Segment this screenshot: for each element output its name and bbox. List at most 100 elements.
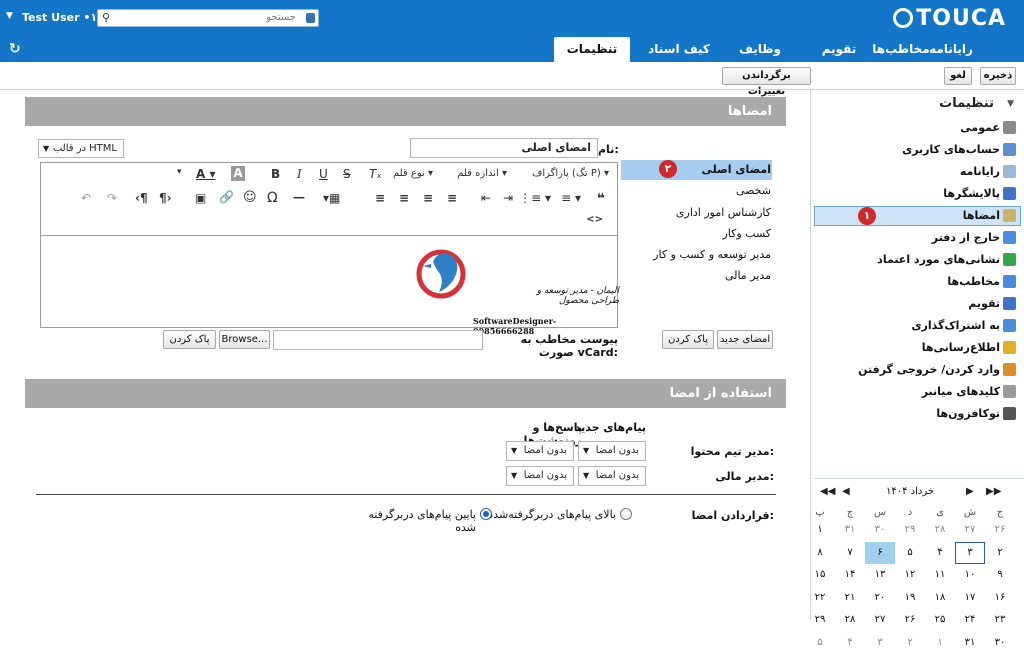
align-center-icon[interactable]: ≡	[399, 191, 409, 205]
prev-month-icon[interactable]: ◀	[842, 486, 850, 497]
calendar-day[interactable]: ۱۵	[805, 564, 835, 586]
link-icon[interactable]: 🔗	[219, 190, 234, 204]
calendar-day[interactable]: ۲	[895, 632, 925, 654]
calendar-day[interactable]: ۴	[925, 542, 955, 564]
calendar-day[interactable]: ۱	[805, 519, 835, 541]
calendar-day[interactable]: ۱۶	[985, 587, 1015, 609]
sidebar-item-signatures[interactable]: امضاها	[963, 206, 1000, 226]
revert-changes-button[interactable]: برگرداندن تغییرات	[722, 67, 811, 97]
signature-item[interactable]: مدیر توسعه و کسب و کار	[622, 245, 771, 265]
calendar-day[interactable]: ۲۸	[925, 519, 955, 541]
delete-signature-button[interactable]: پاک کردن	[662, 330, 714, 349]
signature-item[interactable]: کارشناس امور اداری	[622, 203, 771, 223]
clear-format-icon[interactable]: Tₓ	[369, 167, 382, 181]
highlight-color-icon[interactable]: A	[231, 166, 245, 181]
calendar-day[interactable]: ۳۰	[985, 632, 1015, 654]
calendar-day[interactable]: ۵	[895, 542, 925, 564]
calendar-day[interactable]: ۱۴	[835, 564, 865, 586]
table-icon[interactable]: ▾▦	[323, 191, 340, 205]
cancel-button[interactable]: لغو	[944, 67, 972, 85]
search-icon[interactable]: ⚲	[102, 11, 110, 24]
new-signature-button[interactable]: امضای جدید	[717, 330, 773, 349]
signature-item[interactable]: کسب وکار	[622, 224, 771, 244]
calendar-day[interactable]: ۲۸	[835, 609, 865, 631]
calendar-day[interactable]: ۷	[835, 542, 865, 564]
radio-below[interactable]	[480, 508, 492, 520]
refresh-icon[interactable]: ↻	[9, 41, 21, 57]
calendar-day[interactable]: ۹	[985, 564, 1015, 586]
vcard-file-field[interactable]	[273, 330, 483, 350]
blockquote-icon[interactable]: ❝	[597, 191, 605, 207]
browse-button[interactable]: Browse...	[219, 330, 270, 349]
sidebar-item-import-export[interactable]: وارد کردن/ خروجی گرفتن	[858, 360, 1000, 380]
paragraph-select[interactable]: پاراگراف (تگ P) ▾	[532, 168, 609, 179]
signature-item[interactable]: امضای اصلی	[622, 160, 771, 180]
signature-item[interactable]: مدیر مالی	[622, 266, 771, 286]
sidebar-item-sharing[interactable]: به اشتراک‌گذاری	[911, 316, 1000, 336]
tab-briefcase[interactable]: کیف اسناد	[644, 37, 714, 62]
image-icon[interactable]: ▣	[195, 191, 206, 205]
reply-signature-select[interactable]: ▼ بدون امضا	[506, 441, 574, 461]
strikethrough-icon[interactable]: S	[343, 167, 351, 181]
calendar-day[interactable]: ۲۴	[955, 609, 985, 631]
tab-tasks[interactable]: وظایف	[733, 37, 787, 62]
sidebar-item-general[interactable]: عمومی	[960, 118, 1000, 138]
prev-year-icon[interactable]: ◀◀	[820, 486, 835, 497]
outdent-icon[interactable]: ⇤	[481, 191, 491, 205]
sidebar-item-calendar[interactable]: تقویم	[968, 294, 1000, 314]
user-menu[interactable]: Test User •١	[22, 11, 97, 24]
user-menu-chevron-icon[interactable]: ▼	[6, 11, 13, 21]
indent-icon[interactable]: ⇥	[503, 191, 513, 205]
radio-above[interactable]	[620, 508, 632, 520]
calendar-day[interactable]: ۱	[925, 632, 955, 654]
calendar-day[interactable]: ۳۱	[835, 519, 865, 541]
bullet-list-icon[interactable]: ⋮≡ ▾	[519, 191, 551, 205]
tab-calendar[interactable]: تقویم	[815, 37, 863, 62]
calendar-day[interactable]: ۲۷	[865, 609, 895, 631]
reply-signature-select[interactable]: ▼ بدون امضا	[506, 466, 574, 486]
emoji-icon[interactable]: ☺	[243, 190, 257, 205]
align-justify-icon[interactable]: ≡	[447, 191, 457, 205]
calendar-day[interactable]: ۸	[805, 542, 835, 564]
sidebar-item-mail[interactable]: رایانامه	[960, 162, 1000, 182]
calendar-day[interactable]: ۳۱	[955, 632, 985, 654]
calendar-day[interactable]: ۲۲	[805, 587, 835, 609]
sidebar-item-shortcuts[interactable]: کلیدهای میانبر	[922, 382, 1000, 402]
editor-content[interactable]: الیمان - مدیر توسعه و طراحی محصول Softwa…	[41, 235, 619, 336]
more-options-icon[interactable]: ▾	[177, 167, 182, 177]
bold-icon[interactable]: B	[271, 167, 280, 181]
tab-settings[interactable]: تنظیمات	[554, 37, 630, 62]
ltr-direction-icon[interactable]: ¶›	[159, 191, 172, 205]
sidebar-item-trusted[interactable]: نشانی‌های مورد اعتماد	[877, 250, 1000, 270]
calendar-day[interactable]: ۴	[835, 632, 865, 654]
calendar-day[interactable]: ۱۱	[925, 564, 955, 586]
font-size-select[interactable]: اندازه قلم ▾	[457, 168, 507, 179]
redo-icon[interactable]: ↷	[107, 191, 117, 205]
calendar-day[interactable]: ۲۹	[805, 609, 835, 631]
horizontal-rule-icon[interactable]: —	[293, 190, 305, 204]
save-button[interactable]: ذخیره	[980, 67, 1016, 85]
undo-icon[interactable]: ↶	[81, 191, 91, 205]
source-code-icon[interactable]: <>	[586, 214, 603, 225]
font-type-select[interactable]: نوع قلم ▾	[393, 168, 433, 179]
format-select[interactable]: ▼ در قالب HTML	[38, 139, 124, 158]
calendar-day[interactable]: ۳	[865, 632, 895, 654]
next-year-icon[interactable]: ▶▶	[986, 486, 1001, 497]
collapse-triangle-icon[interactable]: ▼	[1007, 99, 1014, 109]
new-message-signature-select[interactable]: ▼ بدون امضا	[578, 466, 646, 486]
rtl-direction-icon[interactable]: ‹¶	[135, 191, 148, 205]
sidebar-item-out-of-office[interactable]: خارج از دفتر	[932, 228, 1000, 248]
calendar-day[interactable]: ۲۶	[985, 519, 1015, 541]
new-message-signature-select[interactable]: ▼ بدون امضا	[578, 441, 646, 461]
clear-vcard-button[interactable]: پاک کردن	[163, 330, 216, 349]
align-left-icon[interactable]: ≡	[375, 191, 385, 205]
calendar-day[interactable]: ۵	[805, 632, 835, 654]
calendar-day[interactable]: ۱۷	[955, 587, 985, 609]
signature-name-field[interactable]: امضای اصلی	[410, 138, 598, 158]
sidebar-item-notifications[interactable]: اطلاع‌رسانی‌ها	[922, 338, 1000, 358]
calendar-day[interactable]: ۳	[955, 541, 985, 564]
signature-item[interactable]: شخصی	[622, 181, 771, 201]
tab-contacts[interactable]: مخاطب‌ها	[867, 37, 935, 62]
calendar-day[interactable]: ۱۲	[895, 564, 925, 586]
numbered-list-icon[interactable]: ≡ ▾	[561, 191, 581, 205]
